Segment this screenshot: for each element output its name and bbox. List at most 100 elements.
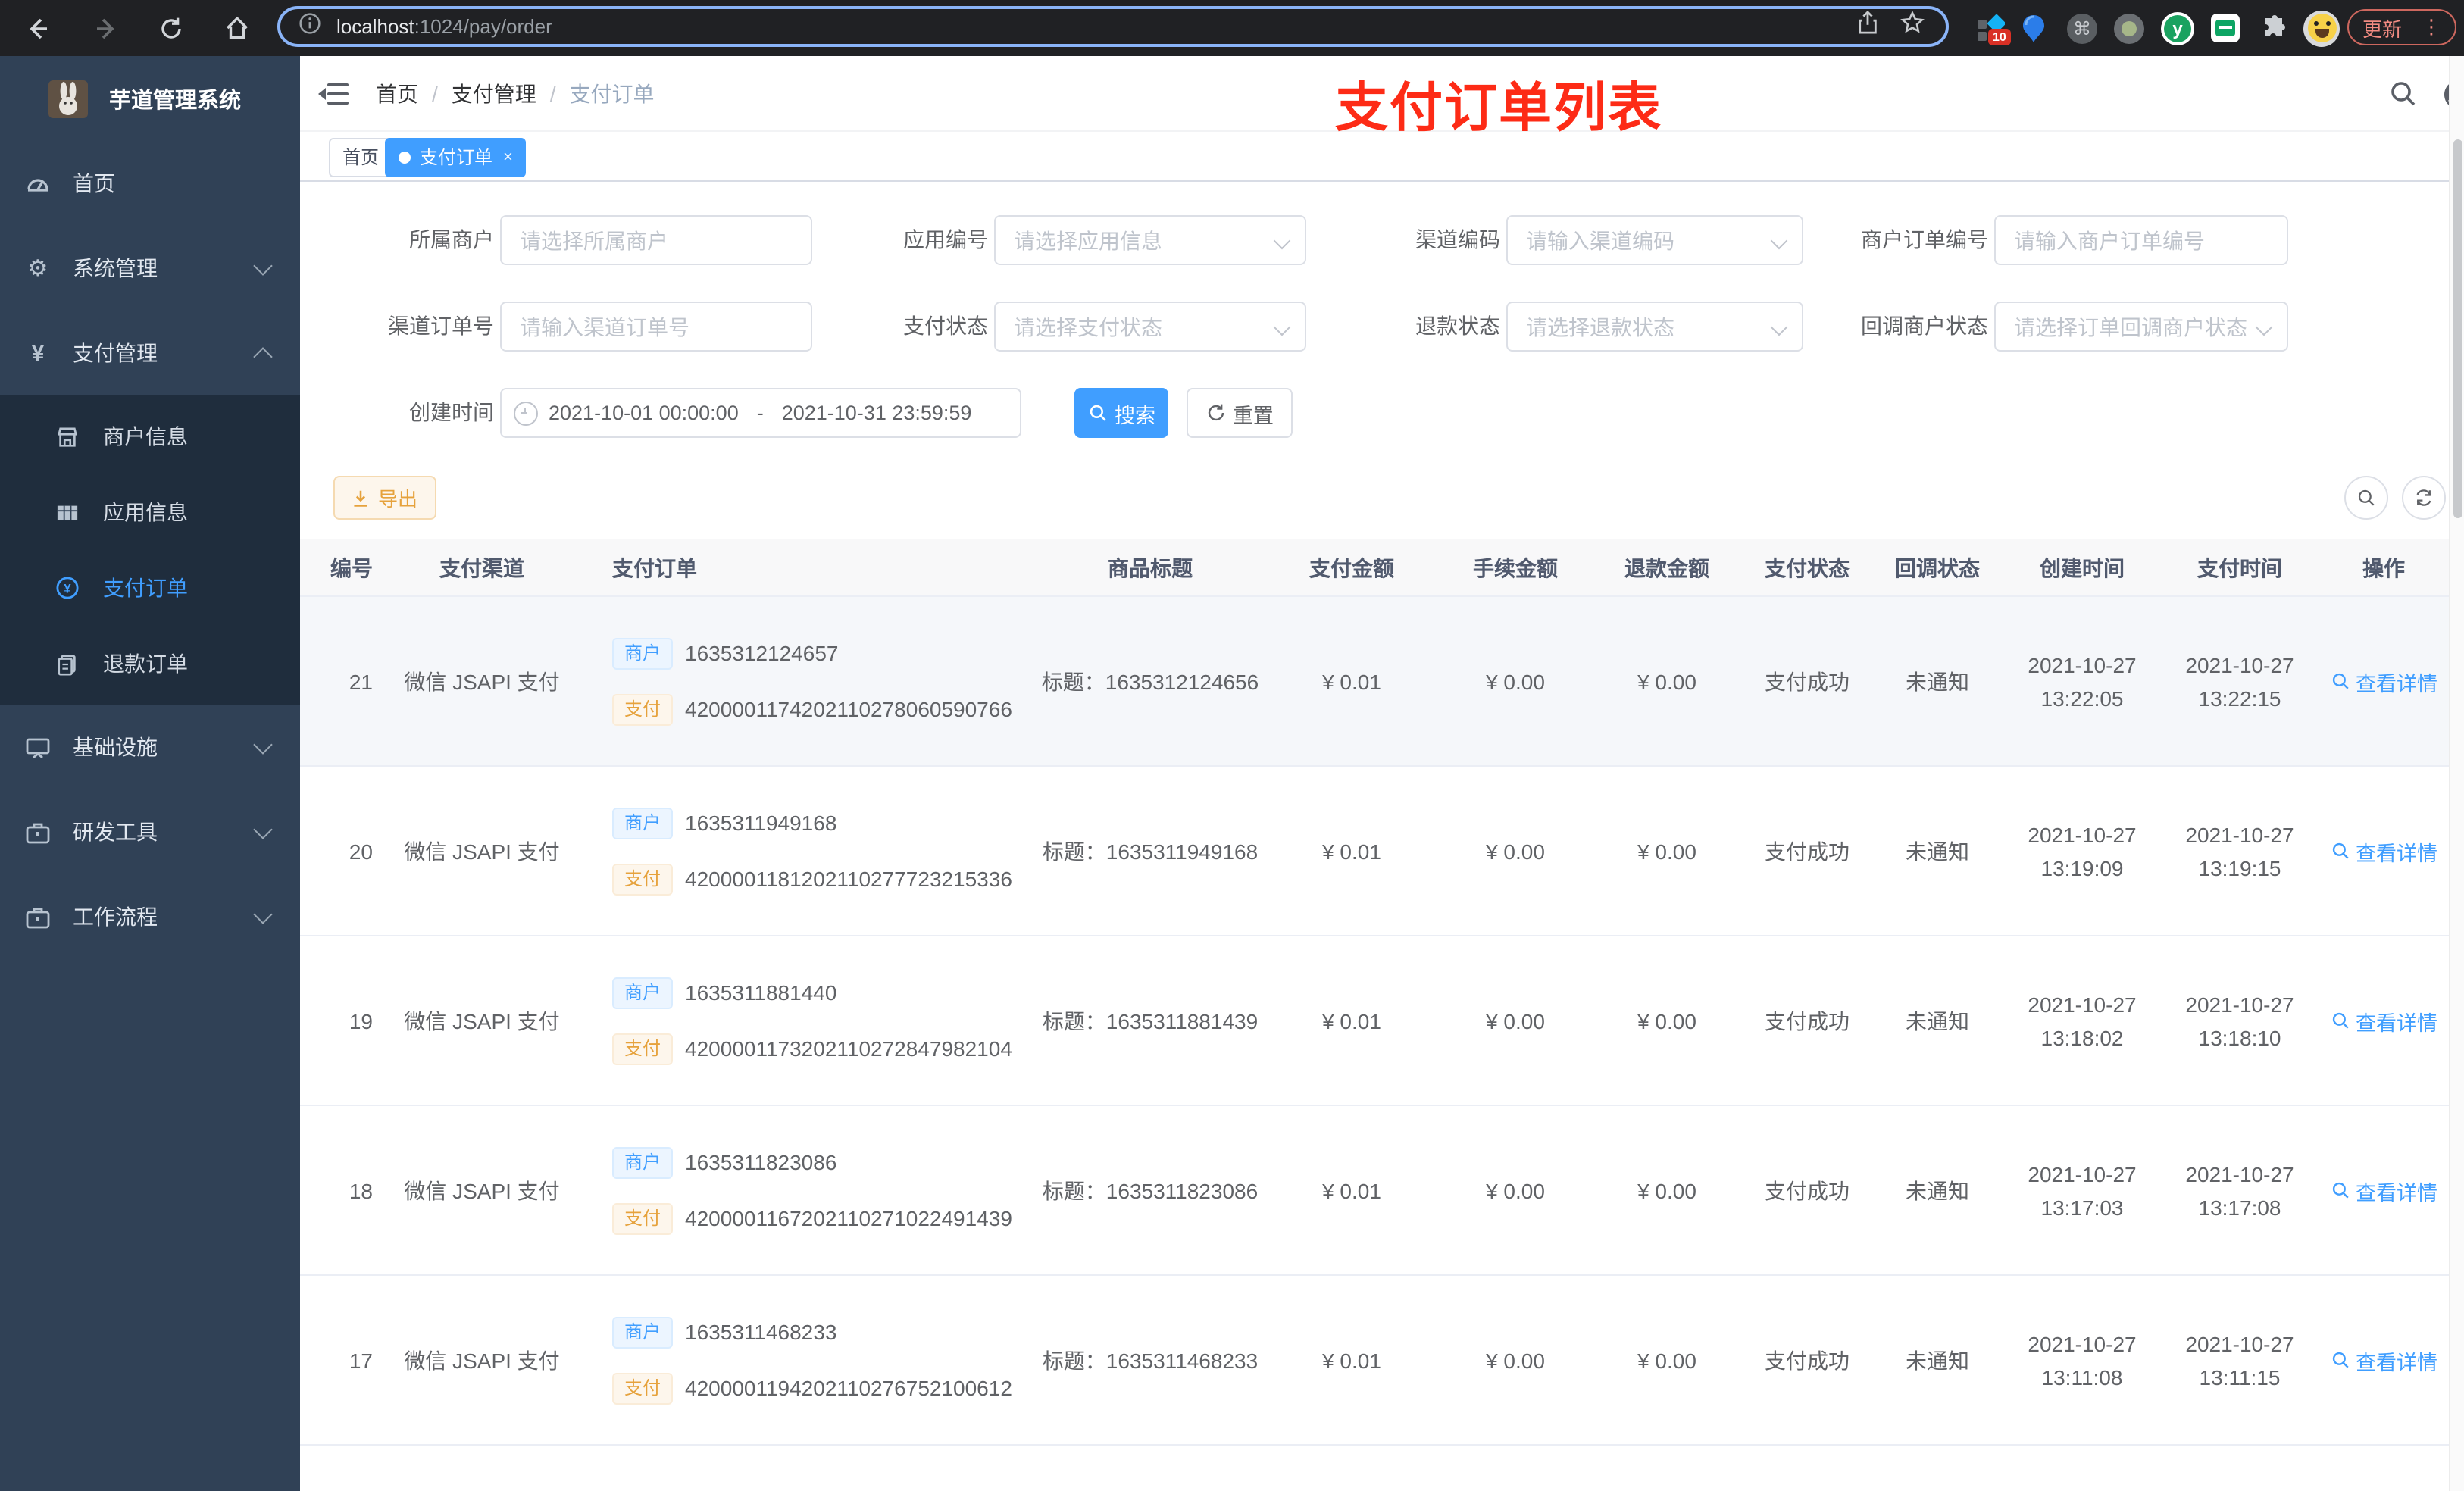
header-search-icon[interactable] bbox=[2379, 56, 2428, 132]
main-content: 所属商户 请选择所属商户 应用编号 请选择应用信息 渠道编码 请输入渠道编码 商… bbox=[300, 182, 2449, 1491]
breadcrumb-pay[interactable]: 支付管理 bbox=[452, 79, 536, 109]
cell-create-time: 2021-10-27 13:11:08 bbox=[2028, 1331, 2137, 1389]
cell-action: 查看详情 bbox=[2319, 836, 2449, 866]
merchant-input[interactable]: 请选择所属商户 bbox=[500, 215, 812, 265]
view-detail-link[interactable]: 查看详情 bbox=[2330, 1345, 2437, 1375]
breadcrumb: 首页 / 支付管理 / 支付订单 bbox=[376, 56, 655, 132]
bookmark-star-icon[interactable] bbox=[1900, 10, 1925, 42]
browser-profile-avatar[interactable] bbox=[2302, 0, 2341, 56]
sidebar-item-workflow[interactable]: 工作流程 bbox=[0, 874, 300, 959]
merchant-tag: 商户 bbox=[612, 1146, 674, 1178]
channel-order-no-input[interactable]: 请输入渠道订单号 bbox=[500, 302, 812, 352]
cell-create-time: 2021-10-27 13:18:02 bbox=[2028, 992, 2137, 1049]
extension-chat-icon[interactable] bbox=[2205, 0, 2244, 56]
channel-code-select[interactable]: 请输入渠道编码 bbox=[1506, 215, 1803, 265]
merchant-order-no-input[interactable]: 请输入商户订单编号 bbox=[1994, 215, 2288, 265]
sidebar-item-home[interactable]: 首页 bbox=[0, 141, 300, 226]
cell-notify: 未通知 bbox=[1906, 669, 1969, 693]
yen-circle-icon: ¥ bbox=[56, 577, 79, 599]
table-row: 19 微信 JSAPI 支付 商户 1635311881440 支付 4200001173… bbox=[300, 936, 2449, 1106]
browser-forward-icon[interactable] bbox=[83, 0, 129, 56]
sidebar-item-pay-order[interactable]: ¥ 支付订单 bbox=[0, 550, 300, 626]
app-logo[interactable]: 芋道管理系统 bbox=[0, 56, 300, 141]
grid-icon bbox=[56, 501, 79, 524]
shop-icon bbox=[56, 425, 79, 448]
search-icon bbox=[2331, 842, 2348, 859]
notify-status-select[interactable]: 请选择订单回调商户状态 bbox=[1994, 302, 2288, 352]
close-icon[interactable]: × bbox=[503, 139, 513, 176]
cell-amount: ¥ 0.01 bbox=[1322, 669, 1381, 693]
site-info-icon[interactable] bbox=[299, 11, 321, 42]
extension-record-icon[interactable] bbox=[2109, 0, 2149, 56]
address-bar[interactable]: localhost:1024/pay/order bbox=[277, 6, 1949, 47]
search-button[interactable]: 搜索 bbox=[1074, 388, 1168, 438]
reset-button[interactable]: 重置 bbox=[1187, 388, 1293, 438]
tags-view-bar: 首页 支付订单 × bbox=[300, 132, 2464, 182]
browser-reload-icon[interactable] bbox=[149, 0, 194, 56]
search-icon bbox=[2331, 1182, 2348, 1199]
filter-label-merchant-order-no: 商户订单编号 bbox=[1861, 227, 1988, 252]
extension-y-icon[interactable]: y bbox=[2158, 0, 2197, 56]
scrollbar-thumb[interactable] bbox=[2453, 139, 2462, 518]
breadcrumb-current: 支付订单 bbox=[569, 82, 655, 106]
refresh-icon bbox=[1207, 404, 1224, 421]
pay-tag: 支付 bbox=[612, 693, 674, 725]
extensions-puzzle-icon[interactable] bbox=[2255, 0, 2294, 56]
share-icon[interactable] bbox=[1856, 10, 1879, 42]
sidebar-item-refund-order[interactable]: 退款订单 bbox=[0, 626, 300, 702]
refund-status-select[interactable]: 请选择退款状态 bbox=[1506, 302, 1803, 352]
export-button[interactable]: 导出 bbox=[333, 476, 436, 520]
pay-order-table: 编号 支付渠道 支付订单 商品标题 支付金额 手续金额 退款金额 支付状态 回调状态 创建时间 支付… bbox=[300, 539, 2449, 1491]
top-navbar: 首页 / 支付管理 / 支付订单 支付订单列表 ? TT bbox=[300, 56, 2464, 138]
view-detail-link[interactable]: 查看详情 bbox=[2330, 836, 2437, 866]
page-scrollbar[interactable] bbox=[2449, 56, 2464, 1491]
cell-channel: 微信 JSAPI 支付 bbox=[404, 669, 560, 693]
sidebar-item-infra[interactable]: 基础设施 bbox=[0, 705, 300, 789]
search-icon bbox=[2331, 673, 2348, 689]
view-detail-link[interactable]: 查看详情 bbox=[2330, 1005, 2437, 1036]
tab-home[interactable]: 首页 bbox=[329, 138, 393, 177]
cell-refund: ¥ 0.00 bbox=[1637, 1178, 1696, 1202]
app-title: 芋道管理系统 bbox=[109, 89, 241, 113]
cell-pay-time: 2021-10-27 13:17:08 bbox=[2185, 1161, 2294, 1219]
sidebar-item-system[interactable]: ⚙ 系统管理 bbox=[0, 226, 300, 311]
browser-home-icon[interactable] bbox=[214, 0, 259, 56]
sidebar-item-merchant-info[interactable]: 商户信息 bbox=[0, 399, 300, 474]
filter-label-channel-code: 渠道编码 bbox=[1415, 227, 1500, 252]
app-select[interactable]: 请选择应用信息 bbox=[994, 215, 1306, 265]
toggle-search-button[interactable] bbox=[2344, 476, 2388, 520]
create-time-range-input[interactable]: 2021-10-01 00:00:00 - 2021-10-31 23:59:5… bbox=[500, 388, 1021, 438]
sidebar-item-pay[interactable]: ¥ 支付管理 bbox=[0, 311, 300, 395]
view-detail-link[interactable]: 查看详情 bbox=[2330, 666, 2437, 696]
browser-menu-icon[interactable]: ⋮ bbox=[2422, 15, 2441, 39]
gear-icon: ⚙ bbox=[27, 256, 48, 282]
pay-status-select[interactable]: 请选择支付状态 bbox=[994, 302, 1306, 352]
chevron-down-icon bbox=[2255, 318, 2273, 336]
extension-diamond-icon[interactable]: 10 bbox=[1970, 0, 2011, 56]
tab-pay-order[interactable]: 支付订单 × bbox=[385, 138, 527, 177]
header-col-refund: 退款金额 bbox=[1624, 555, 1709, 580]
extension-command-icon[interactable]: ⌘ bbox=[2062, 0, 2102, 56]
extension-balloon-icon[interactable] bbox=[2014, 0, 2053, 56]
cell-status: 支付成功 bbox=[1765, 839, 1850, 863]
cell-refund: ¥ 0.00 bbox=[1637, 839, 1696, 863]
refresh-table-button[interactable] bbox=[2402, 476, 2446, 520]
sidebar-item-app-info[interactable]: 应用信息 bbox=[0, 474, 300, 550]
merchant-tag: 商户 bbox=[612, 977, 674, 1008]
cell-fee: ¥ 0.00 bbox=[1486, 1348, 1545, 1372]
filter-label-app: 应用编号 bbox=[903, 227, 988, 252]
svg-text:¥: ¥ bbox=[64, 582, 71, 596]
sidebar-toggle-icon[interactable] bbox=[318, 79, 349, 109]
header-col-channel: 支付渠道 bbox=[439, 555, 524, 580]
cell-order: 商户 1635312124657 支付 42000011742021102780605… bbox=[588, 637, 1037, 725]
view-detail-link[interactable]: 查看详情 bbox=[2330, 1175, 2437, 1205]
cell-fee: ¥ 0.00 bbox=[1486, 1178, 1545, 1202]
breadcrumb-home[interactable]: 首页 bbox=[376, 79, 418, 109]
sidebar-item-dev-tools[interactable]: 研发工具 bbox=[0, 789, 300, 874]
search-icon bbox=[2358, 489, 2375, 506]
cell-id: 19 bbox=[349, 1008, 373, 1033]
browser-update-button[interactable]: 更新 ⋮ bbox=[2347, 9, 2456, 45]
browser-back-icon[interactable] bbox=[15, 0, 61, 56]
cell-action: 查看详情 bbox=[2319, 666, 2449, 696]
cell-fee: ¥ 0.00 bbox=[1486, 1008, 1545, 1033]
